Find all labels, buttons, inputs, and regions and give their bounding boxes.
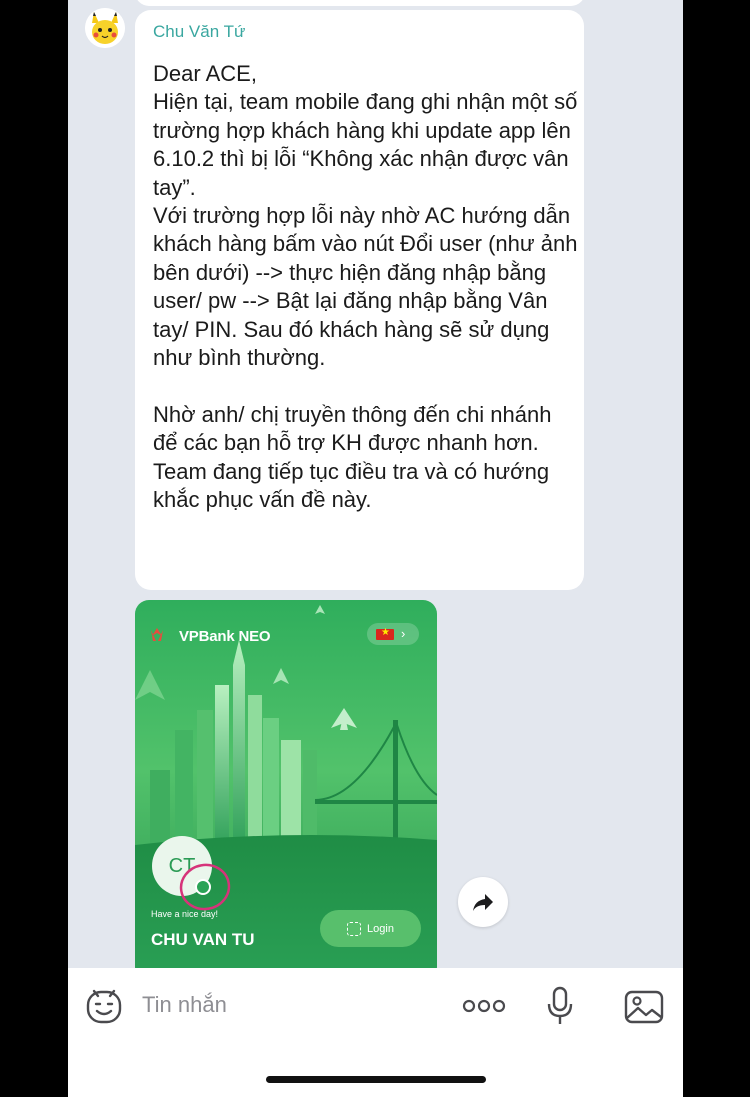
home-indicator[interactable] <box>266 1076 486 1083</box>
user-name: CHU VAN TU <box>151 930 255 949</box>
avatar-initials: CT <box>168 854 196 877</box>
login-button[interactable]: Login <box>320 910 421 947</box>
language-selector[interactable]: ★ › <box>367 623 419 645</box>
sender-name: Chu Văn Tứ <box>153 22 246 41</box>
pikachu-icon <box>85 8 125 48</box>
face-id-icon <box>347 921 362 936</box>
emoji-button[interactable] <box>84 986 124 1026</box>
gallery-button[interactable] <box>623 986 665 1026</box>
share-arrow-icon <box>473 894 493 911</box>
message-input[interactable]: Tin nhắn <box>142 992 227 1018</box>
greeting-text: Have a nice day! <box>151 909 219 919</box>
emoji-icon <box>86 989 122 1024</box>
brand-logo: VPBank NEO <box>179 628 271 645</box>
image-attachment[interactable]: VPBank NEO ★ › CT Have a nice day! CHU V… <box>135 600 437 980</box>
switch-user-button[interactable] <box>195 879 211 895</box>
sender-avatar[interactable] <box>85 8 125 48</box>
chevron-right-icon: › <box>401 626 406 641</box>
voice-button[interactable] <box>545 985 575 1027</box>
message-text: Dear ACE, Hiện tại, team mobile đang ghi… <box>153 61 578 513</box>
image-gallery-icon <box>624 990 664 1024</box>
star-icon: ★ <box>381 627 390 638</box>
microphone-icon <box>547 986 573 1024</box>
login-label: Login <box>367 922 394 935</box>
more-button[interactable] <box>459 994 509 1018</box>
previous-message-bubble <box>135 0 585 6</box>
more-dots-icon <box>462 999 506 1013</box>
share-button[interactable] <box>458 877 508 927</box>
